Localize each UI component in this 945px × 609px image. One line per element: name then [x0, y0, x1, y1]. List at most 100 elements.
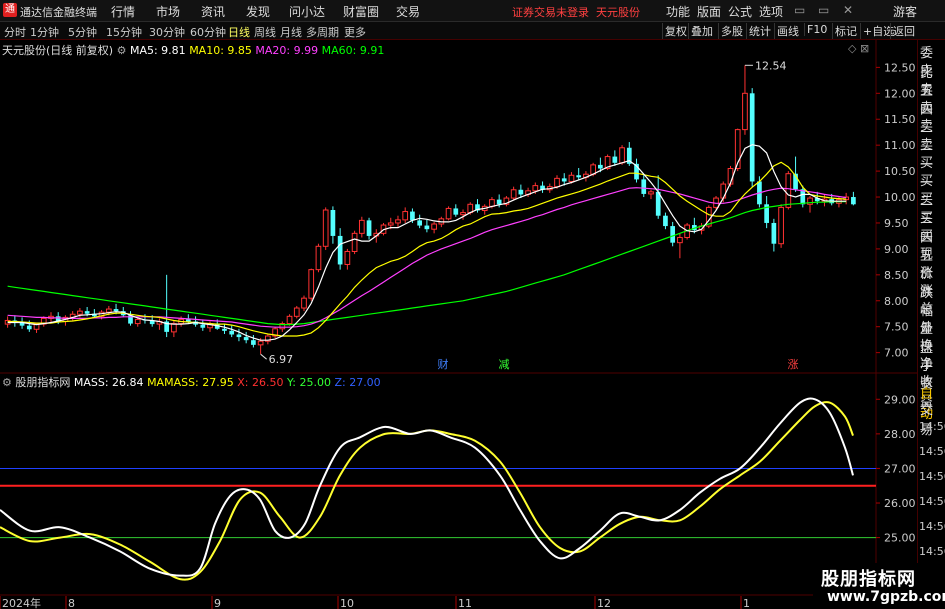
period-30min[interactable]: 30分钟: [149, 24, 185, 40]
menu-layout[interactable]: 版面: [697, 3, 721, 20]
candle-body-up: [286, 315, 293, 325]
ma10-value: MA10: 9.85: [189, 44, 252, 57]
button-back[interactable]: 返回: [890, 23, 917, 39]
period-60min[interactable]: 60分钟: [190, 24, 226, 40]
candle-body-down: [200, 324, 206, 328]
candle-body-up: [77, 310, 83, 315]
candle-body-down: [518, 189, 524, 195]
z-value: Z: 27.00: [334, 376, 381, 389]
period-more[interactable]: 更多: [344, 24, 366, 40]
period-monthly[interactable]: 月线: [280, 24, 302, 40]
candle-body-down: [496, 199, 502, 205]
panel-control-icons[interactable]: ◇ ⊠: [848, 42, 869, 55]
settings-icon[interactable]: ⚙: [117, 44, 127, 57]
candle-body-up: [134, 318, 141, 325]
date-tick-label: 11: [458, 597, 472, 609]
period-multi[interactable]: 多周期: [306, 24, 339, 40]
candle-body-up: [395, 219, 401, 224]
candle-body-up: [315, 245, 322, 271]
menu-wealth-circle[interactable]: 财富圈: [343, 3, 379, 20]
app-logo-icon: 通: [3, 3, 17, 17]
guest-login[interactable]: 游客: [893, 3, 917, 20]
event-marker-0[interactable]: 财: [438, 357, 449, 371]
candle-body-down: [185, 319, 191, 322]
menu-ask-xiaoda[interactable]: 问小达: [289, 3, 325, 20]
candle-body-up: [171, 323, 177, 333]
mass-tick-label: 29.00: [884, 393, 916, 406]
menu-functions[interactable]: 功能: [666, 3, 690, 20]
menu-formula[interactable]: 公式: [728, 3, 752, 20]
close-icon[interactable]: ✕: [843, 3, 853, 17]
candle-body-up: [489, 199, 495, 207]
trade-time: 14:56: [919, 470, 945, 483]
date-tick-label: 2024年: [2, 596, 41, 609]
button-mark[interactable]: 标记: [832, 23, 859, 39]
event-marker-1[interactable]: 减: [499, 358, 510, 371]
candle-body-down: [337, 235, 343, 265]
mass-tick-label: 26.00: [884, 497, 916, 510]
x-value: X: 26.50: [237, 376, 284, 389]
mass-tick-label: 28.00: [884, 428, 916, 441]
menu-discover[interactable]: 发现: [246, 3, 270, 20]
button-statistics[interactable]: 统计: [746, 23, 773, 39]
date-tick-label: 8: [68, 597, 75, 609]
period-weekly[interactable]: 周线: [254, 24, 276, 40]
mass-tick-label: 25.00: [884, 532, 916, 545]
period-intraday[interactable]: 分时: [4, 24, 26, 40]
price-tick-label: 7.50: [884, 321, 909, 334]
period-5min[interactable]: 5分钟: [68, 24, 97, 40]
candle-body-up: [358, 219, 365, 234]
trade-time: 14:56: [919, 545, 945, 558]
minimize-icon[interactable]: ▭: [794, 3, 805, 17]
menu-trade[interactable]: 交易: [396, 3, 420, 20]
candle-body-down: [26, 325, 32, 330]
menu-bar: 通 通达信金融终端 行情 市场 资讯 发现 问小达 财富圈 交易 证券交易未登录…: [0, 0, 945, 22]
price-tick-label: 12.00: [884, 87, 916, 100]
candle-body-down: [453, 208, 459, 215]
candle-body-up: [351, 232, 358, 252]
menu-options[interactable]: 选项: [759, 3, 783, 20]
high-price-label: 12.54: [755, 59, 787, 72]
settings-icon[interactable]: ⚙: [2, 376, 12, 389]
button-multi-stock[interactable]: 多股: [718, 23, 745, 39]
button-overlay[interactable]: 叠加: [688, 23, 715, 39]
candle-body-down: [749, 93, 755, 182]
menu-market-quotes[interactable]: 行情: [111, 3, 135, 20]
period-daily[interactable]: 日线: [228, 24, 250, 40]
candle-body-down: [251, 340, 256, 345]
candle-body-down: [641, 179, 647, 194]
mamass-line: [0, 401, 854, 581]
candle-body-up: [387, 222, 394, 226]
quote-side-panel: 委比 卖五 卖四 卖三 卖二 卖一 买一 买二 买三 买四 买五 现价 涨跌 涨幅 总量 外盘 换手 净资 收益 自动…: [917, 40, 945, 609]
period-1min[interactable]: 1分钟: [30, 24, 59, 40]
chart-area[interactable]: 12.50 12.00 11.50 11.00 10.50 10.00 9.50 9.00 8.…: [0, 40, 917, 609]
button-adjust-rights[interactable]: 复权: [662, 23, 689, 39]
menu-news[interactable]: 资讯: [201, 3, 225, 20]
candle-body-up: [105, 308, 112, 313]
candle-body-down: [598, 164, 603, 169]
candle-body-down: [663, 215, 668, 227]
stock-chart-title: 天元股份(日线 前复权): [2, 44, 114, 57]
candle-body-up: [648, 191, 654, 195]
candle-body-up: [460, 212, 466, 216]
ma60-value: MA60: 9.91: [321, 44, 385, 57]
button-f10[interactable]: F10: [804, 23, 829, 36]
candle-body-up: [785, 173, 792, 208]
candle-body-down: [330, 210, 336, 236]
candle-body-down: [243, 337, 249, 341]
period-15min[interactable]: 15分钟: [106, 24, 142, 40]
trade-time: 14:56: [919, 420, 945, 433]
candle-body-up: [778, 206, 784, 245]
date-tick-label: 9: [214, 597, 221, 609]
price-tick-label: 9.50: [884, 217, 909, 230]
candle-body-up: [510, 189, 517, 199]
candle-body-down: [424, 225, 430, 230]
candle-body-up: [402, 211, 409, 221]
mamass-value: MAMASS: 27.95: [147, 376, 234, 389]
candle-body-up: [554, 177, 560, 188]
event-marker-2[interactable]: 涨: [788, 358, 799, 371]
ma10-line: [7, 161, 847, 337]
menu-market[interactable]: 市场: [156, 3, 180, 20]
restore-icon[interactable]: ▭: [818, 3, 829, 17]
button-draw-line[interactable]: 画线: [774, 23, 801, 39]
